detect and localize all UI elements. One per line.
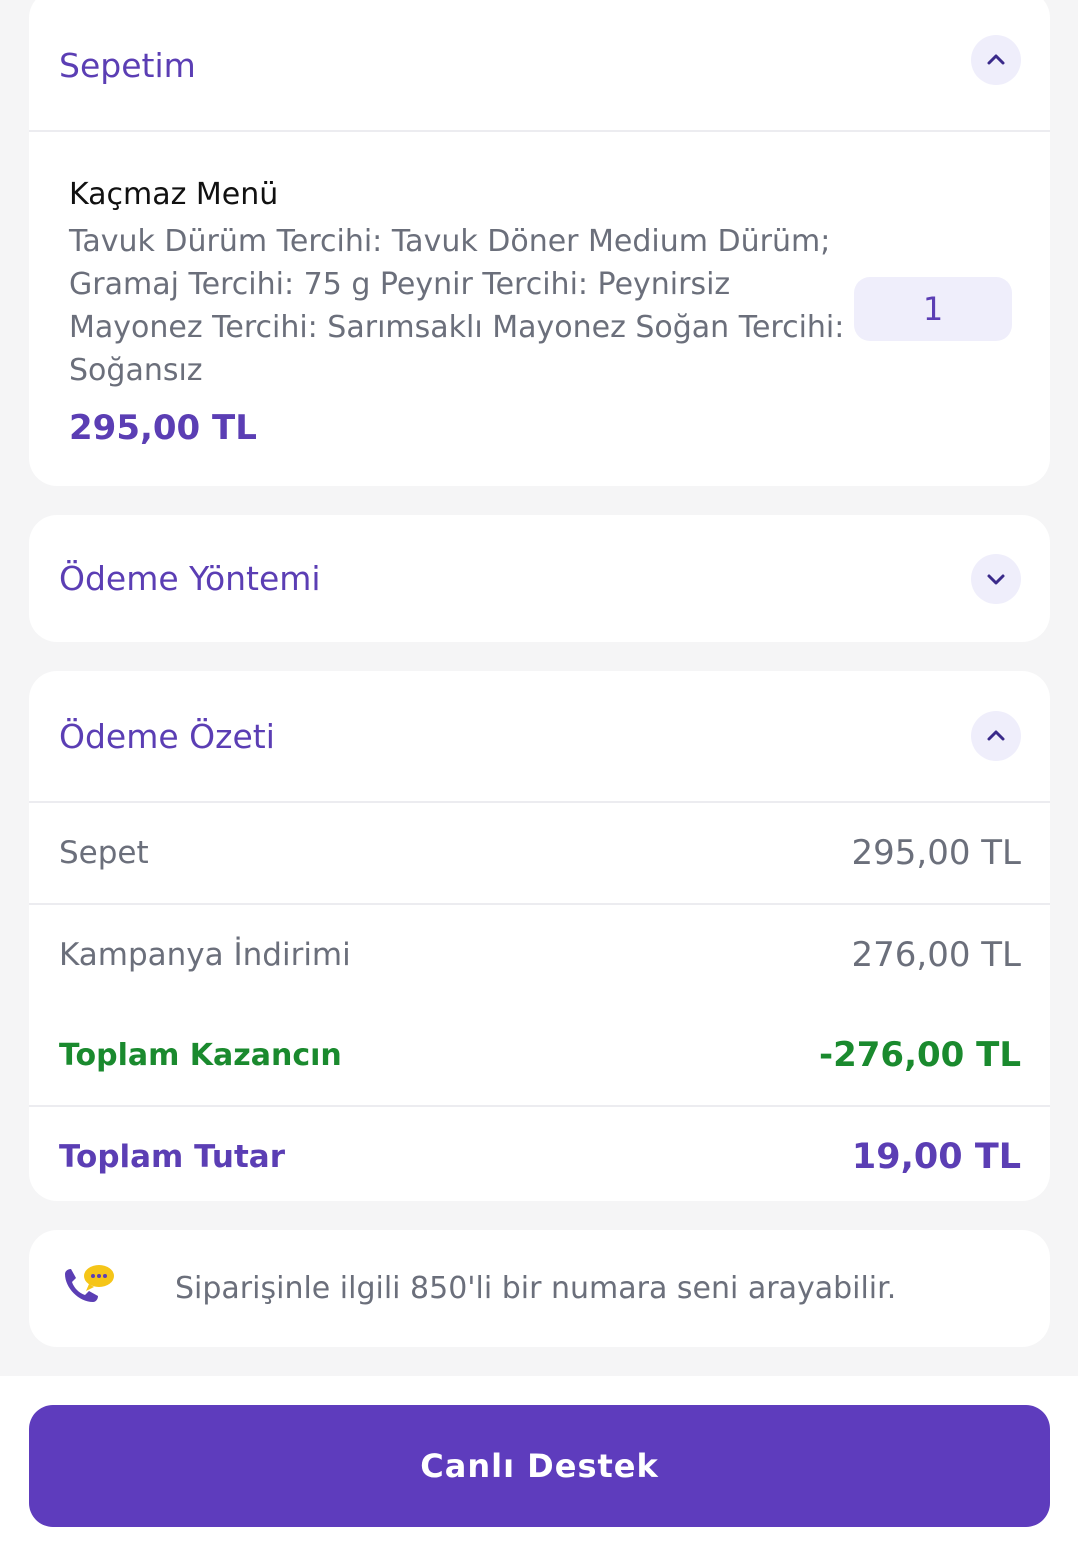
payment-summary-title: Ödeme Özeti [59,716,275,756]
basket-card: Sepetim Kaçmaz Menü Tavuk Dürüm Tercihi:… [29,0,1050,486]
chevron-down-icon[interactable] [971,553,1021,604]
summary-label: Toplam Tutar [59,1139,285,1175]
summary-row-total: Toplam Tutar 19,00 TL [29,1107,1050,1201]
basket-header[interactable]: Sepetim [29,0,1050,130]
payment-method-title: Ödeme Yöntemi [59,559,321,598]
payment-summary-card: Ödeme Özeti Sepet 295,00 TL Kampanya İnd… [29,671,1050,1201]
chevron-up-icon[interactable] [971,35,1021,85]
summary-label: Toplam Kazancın [59,1037,342,1073]
summary-value: 276,00 TL [851,935,1022,975]
summary-label: Sepet [59,835,149,871]
phone-chat-icon [59,1260,117,1318]
bottom-bar: Canlı Destek [0,1376,1078,1556]
summary-row-discount: Kampanya İndirimi 276,00 TL [29,905,1050,1005]
info-text: Siparişinle ilgili 850'li bir numara sen… [175,1271,897,1306]
basket-item: Kaçmaz Menü Tavuk Dürüm Tercihi: Tavuk D… [29,132,1050,450]
item-price: 295,00 TL [69,408,257,448]
summary-value: -276,00 TL [818,1035,1021,1075]
info-card: Siparişinle ilgili 850'li bir numara sen… [29,1230,1050,1347]
item-name: Kaçmaz Menü [69,177,279,212]
live-support-button[interactable]: Canlı Destek [29,1405,1050,1527]
chevron-up-icon[interactable] [971,711,1021,761]
summary-label: Kampanya İndirimi [59,937,351,973]
summary-value: 19,00 TL [851,1137,1021,1177]
summary-value: 295,00 TL [851,833,1022,873]
item-description: Tavuk Dürüm Tercihi: Tavuk Döner Medium … [69,224,845,388]
payment-summary-header[interactable]: Ödeme Özeti [29,671,1050,801]
summary-row-savings: Toplam Kazancın -276,00 TL [29,1005,1050,1105]
payment-method-card[interactable]: Ödeme Yöntemi [29,515,1050,642]
payment-method-header[interactable]: Ödeme Yöntemi [29,515,1050,642]
summary-row-basket: Sepet 295,00 TL [29,803,1050,903]
quantity-badge[interactable]: 1 [854,277,1012,341]
basket-title: Sepetim [59,45,196,85]
